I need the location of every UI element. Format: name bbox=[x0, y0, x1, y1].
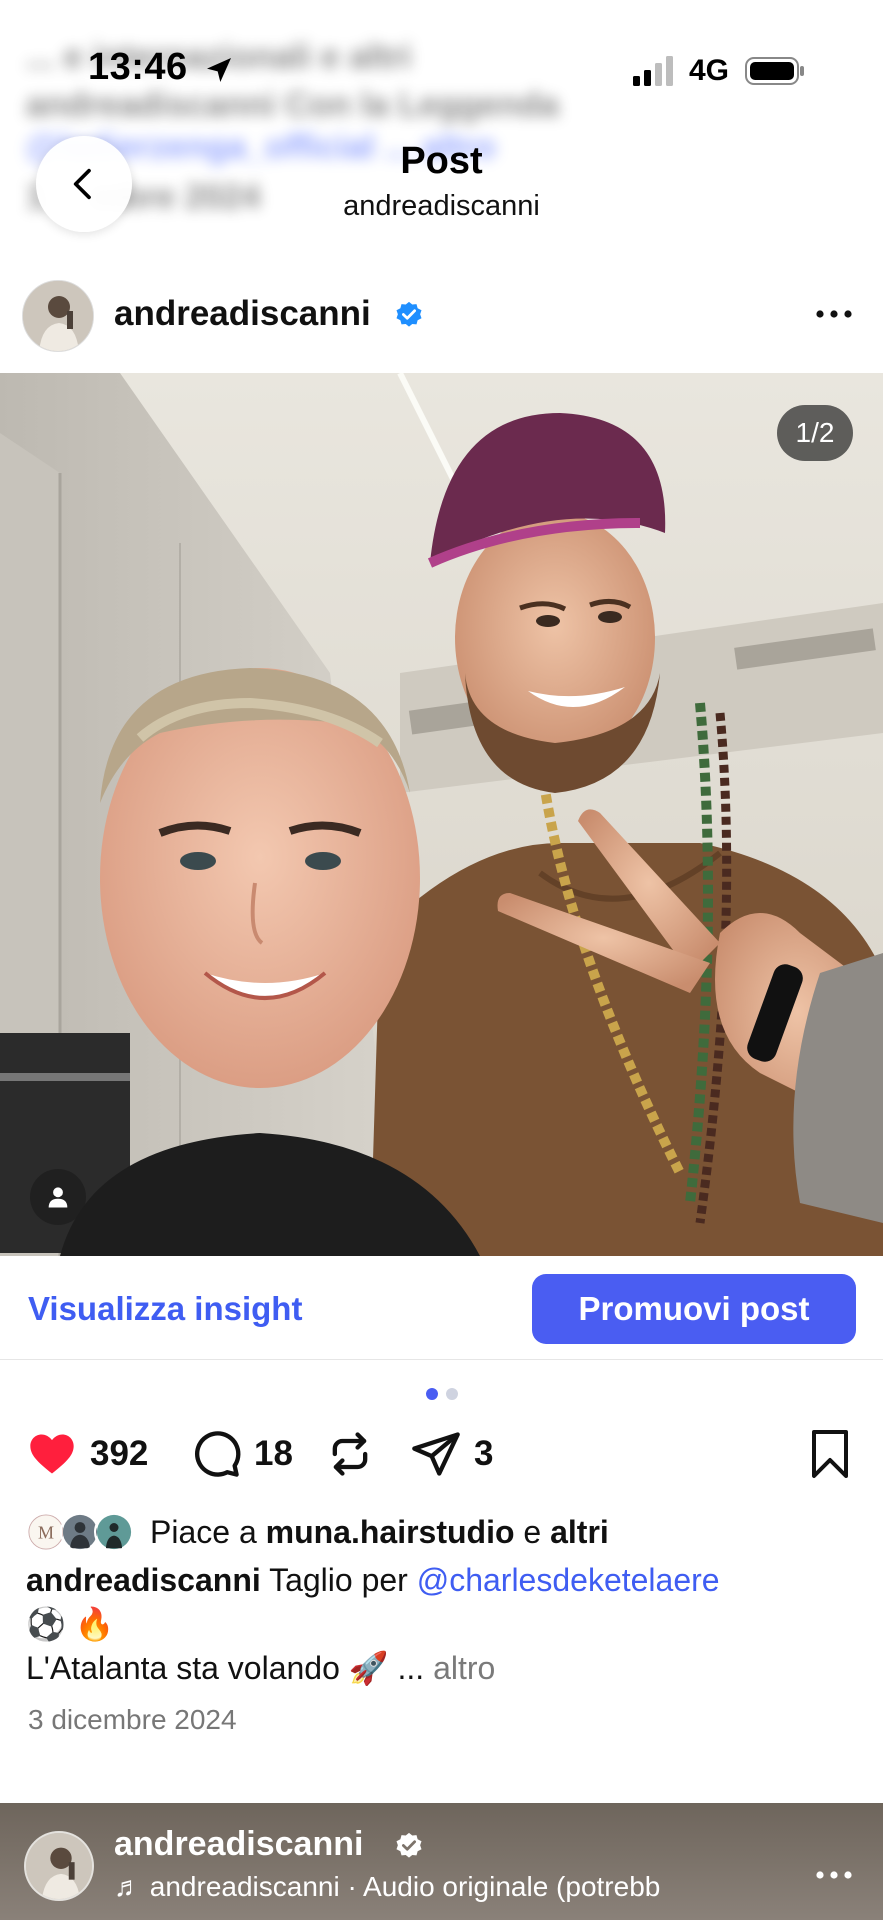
share-action[interactable]: 3 bbox=[410, 1426, 493, 1482]
likes-count: 392 bbox=[90, 1434, 149, 1473]
comments-count: 18 bbox=[254, 1434, 293, 1473]
send-icon bbox=[412, 1432, 460, 1476]
liker-avatars: M bbox=[26, 1510, 142, 1554]
bottom-bar-username[interactable]: andreadiscanni bbox=[114, 1825, 363, 1864]
like-action[interactable]: 392 bbox=[26, 1426, 148, 1482]
avatar[interactable] bbox=[22, 280, 94, 352]
comment-icon bbox=[195, 1431, 241, 1477]
carousel-dot bbox=[445, 1388, 458, 1400]
caption-username[interactable]: andreadiscanni bbox=[26, 1562, 261, 1598]
verified-badge-icon bbox=[396, 1832, 422, 1858]
verified-badge-icon bbox=[396, 301, 422, 327]
person-icon bbox=[48, 1187, 68, 1208]
tagged-users-button[interactable] bbox=[30, 1169, 86, 1225]
now-playing-bar[interactable]: andreadiscanni ♬ andreadiscanni · Audio … bbox=[0, 1803, 883, 1920]
carousel-dot-active bbox=[425, 1388, 438, 1400]
caption-mention[interactable]: @charlesdeketelaere bbox=[417, 1562, 720, 1598]
promote-post-button[interactable]: Promuovi post bbox=[532, 1274, 856, 1344]
likes-others-link[interactable]: altri bbox=[550, 1514, 609, 1551]
page-subtitle: andreadiscanni bbox=[343, 190, 540, 222]
more-options-icon[interactable] bbox=[812, 1863, 856, 1887]
cellular-signal-icon bbox=[633, 56, 673, 86]
page-title: Post bbox=[400, 140, 483, 182]
post-photo-image bbox=[0, 373, 883, 1256]
heart-filled-icon bbox=[30, 1434, 74, 1474]
caption-emojis: ⚽️ 🔥 bbox=[26, 1606, 115, 1642]
likes-connector: e bbox=[523, 1513, 542, 1550]
bookmark-icon[interactable] bbox=[806, 1428, 854, 1480]
post-header: andreadiscanni bbox=[0, 272, 883, 372]
more-options-icon[interactable] bbox=[812, 302, 856, 326]
likes-summary[interactable]: M Piace a muna.hairstudio e altri bbox=[26, 1510, 609, 1554]
shares-count: 3 bbox=[474, 1434, 494, 1473]
post-date: 3 dicembre 2024 bbox=[28, 1704, 237, 1735]
svg-text:M: M bbox=[38, 1522, 54, 1542]
avatar-image bbox=[26, 1833, 92, 1899]
network-type: 4G bbox=[689, 54, 730, 87]
post-author-username[interactable]: andreadiscanni bbox=[114, 294, 371, 334]
caption-text: Taglio per bbox=[269, 1562, 408, 1598]
caption-line2: L'Atalanta sta volando 🚀 ... bbox=[26, 1650, 425, 1686]
repost-icon bbox=[332, 1432, 368, 1476]
liker-avatar bbox=[94, 1512, 134, 1552]
audio-track-label[interactable]: ♬ andreadiscanni · Audio originale (potr… bbox=[114, 1871, 774, 1903]
location-arrow-icon bbox=[207, 58, 231, 82]
post-photo[interactable]: 1/2 bbox=[0, 373, 883, 1256]
caption-more-link[interactable]: altro bbox=[433, 1650, 495, 1686]
insight-bar: Visualizza insight Promuovi post bbox=[0, 1256, 883, 1360]
view-insights-link[interactable]: Visualizza insight bbox=[28, 1290, 302, 1328]
liker-username[interactable]: muna.hairstudio bbox=[266, 1514, 515, 1551]
repost-action[interactable] bbox=[324, 1426, 376, 1482]
comment-action[interactable]: 18 bbox=[190, 1426, 293, 1482]
avatar[interactable] bbox=[24, 1831, 94, 1901]
likes-prefix: Piace a bbox=[150, 1513, 257, 1550]
battery-icon bbox=[745, 57, 804, 85]
status-time: 13:46 bbox=[88, 46, 188, 88]
post-caption: andreadiscanni Taglio per @charlesdekete… bbox=[26, 1558, 866, 1690]
post-actions: 392 18 3 bbox=[0, 1426, 883, 1486]
avatar-image bbox=[23, 281, 93, 351]
carousel-indicator bbox=[0, 1388, 883, 1400]
image-counter: 1/2 bbox=[777, 405, 853, 461]
status-bar: 13:46 4G bbox=[0, 0, 883, 130]
